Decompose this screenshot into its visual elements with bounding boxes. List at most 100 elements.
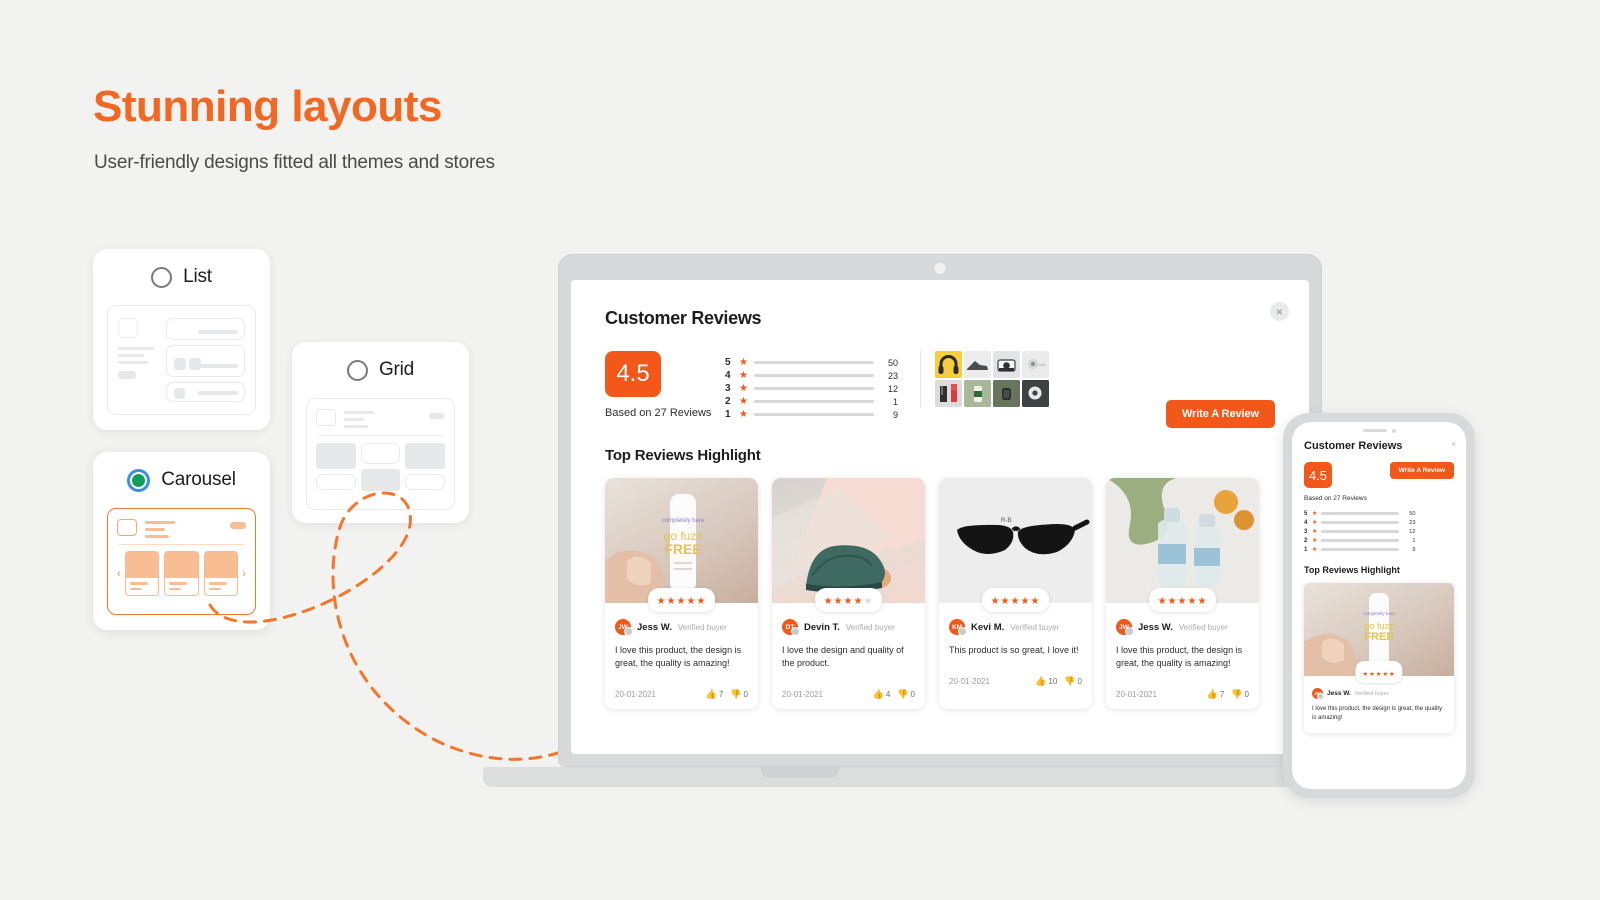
section-title: Top Reviews Highlight	[605, 447, 761, 464]
rating-row-count: 50	[887, 357, 898, 368]
review-footer: 20-01-2021 👍 4 👎 0	[772, 679, 925, 709]
rating-row-count: 12	[887, 383, 898, 394]
radio-unselected-icon[interactable]	[151, 266, 173, 288]
star-icon: ★	[739, 357, 748, 368]
svg-text:completely bare: completely bare	[661, 518, 704, 524]
thumbnail-camera[interactable]	[992, 351, 1020, 378]
mobile-review-image: completely bare go fuzz FREE ★★★★★	[1304, 583, 1454, 683]
laptop-base	[483, 767, 1398, 787]
rating-bar-track	[1321, 512, 1400, 515]
layout-option-grid-label: Grid	[378, 359, 415, 380]
verified-buyer-badge: Verified buyer	[1354, 690, 1389, 697]
thumbnail-cable[interactable]	[1021, 351, 1049, 378]
mobile-review-card[interactable]: completely bare go fuzz FREE ★★★★★ JW Je…	[1304, 583, 1454, 733]
thumbnail-device[interactable]	[1021, 380, 1049, 407]
layout-option-grid-header: Grid	[292, 342, 469, 398]
review-author-name: Jess W.	[637, 621, 672, 633]
close-icon[interactable]: ×	[1270, 302, 1289, 321]
review-text: This product is so great, I love it!	[949, 645, 1079, 655]
review-footer: 20-01-2021 👍 7 👎 0	[1106, 679, 1259, 709]
star-icon: ★	[1388, 671, 1396, 678]
close-icon[interactable]: ×	[1451, 440, 1456, 449]
rating-row[interactable]: 5 ★ 50	[725, 356, 898, 369]
thumbs-up-button[interactable]: 👍 10	[1035, 676, 1057, 687]
laptop-mockup: × Customer Reviews 4.5 Based on 27 Revie…	[558, 254, 1322, 767]
review-card[interactable]: completely bare go fuzz FREE ★★★★★ JW Je…	[605, 478, 758, 710]
rating-row[interactable]: 1 ★ 9	[725, 408, 898, 421]
thumbs-up-icon: 👍	[1206, 689, 1218, 700]
star-icon: ★	[739, 370, 748, 381]
thumbs-down-button[interactable]: 👎 0	[1231, 689, 1249, 700]
star-icon: ★	[1000, 596, 1011, 607]
dislike-count: 0	[1244, 690, 1249, 700]
star-icon: ★	[823, 596, 834, 607]
layout-option-list[interactable]: List	[93, 249, 270, 430]
write-review-button[interactable]: Write A Review	[1165, 400, 1275, 428]
star-icon: ★	[990, 596, 1001, 607]
review-card[interactable]: ★★★★★ JW Jess W. Verified buyer I love t…	[1106, 478, 1259, 710]
thumbs-up-button[interactable]: 👍 7	[1207, 689, 1225, 700]
thumbnail-watch[interactable]	[992, 380, 1020, 407]
rating-row[interactable]: 5 ★ 50	[1304, 509, 1454, 518]
star-icon: ★	[1312, 547, 1318, 553]
review-votes: 👍 7 👎 0	[706, 689, 748, 700]
thumbs-up-button[interactable]: 👍 7	[706, 689, 724, 700]
star-icon: ★	[1312, 520, 1318, 526]
mobile-write-review-button[interactable]: Write A Review	[1389, 462, 1454, 479]
rating-row[interactable]: 4 ★ 23	[725, 369, 898, 382]
rating-row[interactable]: 3 ★ 12	[1304, 527, 1454, 536]
thumbnail-headphones[interactable]	[934, 351, 962, 378]
thumbs-up-icon: 👍	[1035, 676, 1047, 687]
thumbnail-bottle-in-hand[interactable]	[963, 380, 991, 407]
mobile-review-body: JW Jess W. Verified buyer I love this pr…	[1304, 676, 1454, 733]
review-text: I love the design and quality of the pro…	[782, 645, 904, 669]
rating-bar-track	[1321, 521, 1400, 524]
layout-option-list-header: List	[93, 249, 270, 305]
review-votes: 👍 7 👎 0	[1207, 689, 1249, 700]
thumbs-up-button[interactable]: 👍 4	[873, 689, 891, 700]
rating-bar-track	[1321, 539, 1400, 542]
thumbnail-sneaker[interactable]	[963, 351, 991, 378]
average-score-badge: 4.5	[605, 351, 661, 397]
carousel-prev-arrow-icon[interactable]: ‹	[117, 568, 121, 580]
thumbs-down-button[interactable]: 👎 0	[1064, 676, 1082, 687]
review-date: 20-01-2021	[1116, 690, 1157, 700]
thumbs-down-button[interactable]: 👎 0	[897, 689, 915, 700]
review-rating-stars: ★★★★★	[647, 588, 716, 612]
rating-row[interactable]: 2 ★ 1	[725, 395, 898, 408]
review-author: DT Devin T. Verified buyer	[782, 619, 915, 636]
page-title: Stunning layouts	[93, 82, 442, 131]
rating-row[interactable]: 3 ★ 12	[725, 382, 898, 395]
mobile-average-score-badge: 4.5	[1304, 462, 1332, 488]
thumbs-up-icon: 👍	[705, 689, 717, 700]
thumbs-up-icon: 👍	[872, 689, 884, 700]
thumbnail-lipstick[interactable]	[934, 380, 962, 407]
review-author-name: Kevi M.	[971, 621, 1005, 633]
rating-bar-track	[753, 373, 874, 378]
rating-row[interactable]: 1 ★ 9	[1304, 545, 1454, 554]
star-icon: ★	[739, 383, 748, 394]
mobile-review-count-label: Based on 27 Reviews	[1304, 495, 1367, 502]
mobile-review-text: I love this product, the design is great…	[1312, 706, 1443, 721]
dislike-count: 0	[743, 690, 748, 700]
review-footer: 20-01-2021 👍 7 👎 0	[605, 679, 758, 709]
review-card[interactable]: ★★★★★ DT Devin T. Verified buyer I love …	[772, 478, 925, 710]
radio-unselected-icon[interactable]	[346, 359, 368, 381]
rating-row-stars: 5	[725, 357, 731, 368]
review-image-water-bottles: ★★★★★	[1106, 478, 1259, 612]
mobile-summary-row: 4.5 Write A Review	[1304, 462, 1454, 488]
star-icon: ★	[1312, 529, 1318, 535]
thumbs-down-button[interactable]: 👎 0	[730, 689, 748, 700]
review-body: JW Jess W. Verified buyer I love this pr…	[605, 603, 758, 670]
star-icon: ★	[1362, 671, 1370, 678]
thumbs-down-icon: 👎	[730, 689, 742, 700]
rating-row[interactable]: 4 ★ 23	[1304, 518, 1454, 527]
review-image-sunglasses: R-B ★★★★★	[939, 478, 1092, 612]
radio-selected-icon[interactable]	[127, 468, 151, 492]
rating-bar-track	[1321, 548, 1400, 551]
rating-row[interactable]: 2 ★ 1	[1304, 536, 1454, 545]
review-card[interactable]: R-B ★★★★★ KM Kevi M. Verified buyer This…	[939, 478, 1092, 710]
review-count-label: Based on 27 Reviews	[605, 407, 712, 419]
mobile-rating-breakdown: 5 ★ 50 4 ★ 23 3 ★ 12 2 ★ 1 1 ★ 9	[1304, 509, 1454, 554]
verified-buyer-badge: Verified buyer	[1010, 622, 1060, 632]
